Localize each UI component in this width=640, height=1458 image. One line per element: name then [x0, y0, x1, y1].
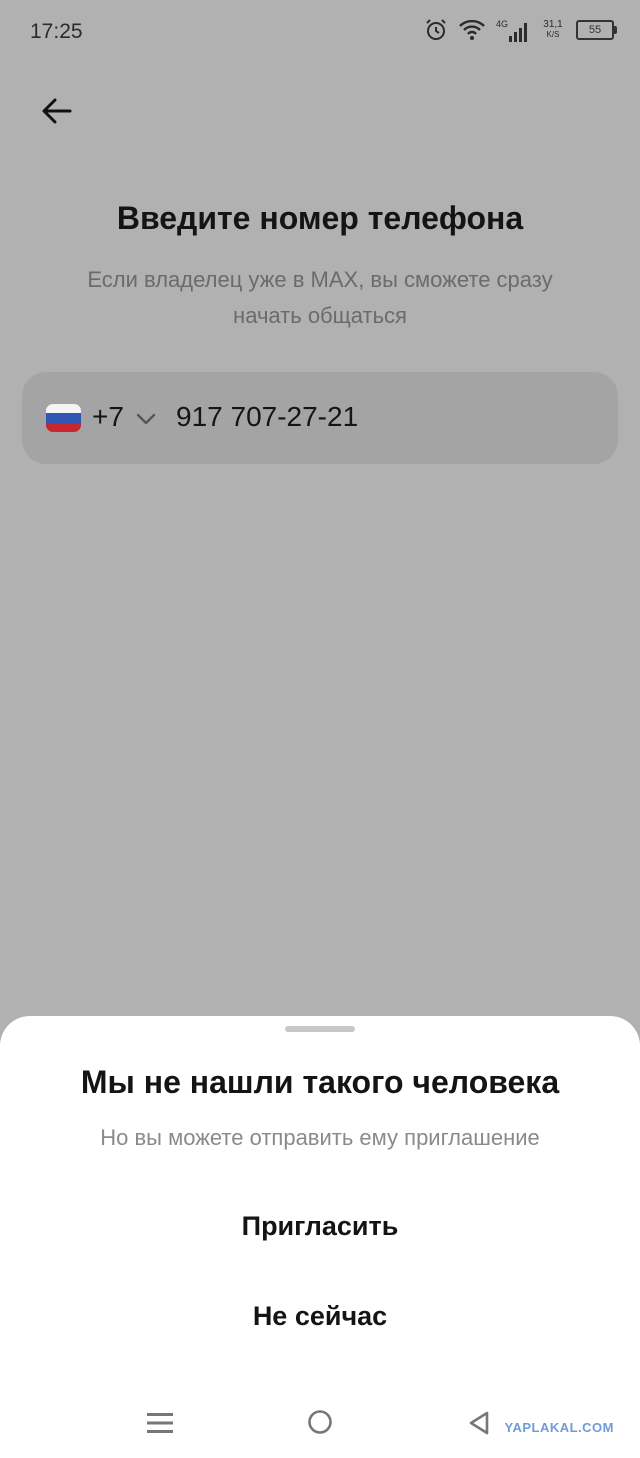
watermark: YAPLAKAL.COM — [504, 1420, 614, 1435]
arrow-left-icon[interactable] — [38, 92, 76, 130]
country-code[interactable]: +7 — [92, 401, 124, 433]
network-speed: 31,1 K/S — [540, 20, 566, 40]
wifi-icon — [459, 19, 485, 40]
back-triangle-icon[interactable] — [467, 1410, 491, 1436]
battery-icon: 55 — [576, 20, 617, 40]
bottom-sheet: Мы не нашли такого человека Но вы можете… — [0, 1016, 640, 1458]
invite-button[interactable]: Пригласить — [150, 1196, 490, 1256]
page-subtitle: Если владелец уже в MAX, вы сможете сраз… — [87, 267, 553, 328]
battery-level: 55 — [588, 24, 602, 36]
chevron-down-icon[interactable] — [135, 412, 157, 426]
signal-icon — [509, 23, 527, 42]
drag-handle[interactable] — [285, 1026, 355, 1032]
navigation-bar: YAPLAKAL.COM — [0, 1386, 640, 1458]
status-time: 17:25 — [30, 20, 83, 43]
status-bar: 17:25 4G 31,1 K/S 55 — [0, 0, 640, 64]
speed-unit: K/S — [546, 30, 560, 39]
menu-icon[interactable] — [147, 1412, 173, 1434]
home-icon[interactable] — [307, 1409, 333, 1435]
not-now-button[interactable]: Не сейчас — [150, 1286, 490, 1346]
russia-flag-icon[interactable] — [46, 404, 81, 432]
sheet-subtitle: Но вы можете отправить ему приглашение — [100, 1125, 540, 1150]
signal-group: 4G — [496, 18, 530, 42]
speed-value: 31,1 — [543, 19, 563, 30]
phone-field[interactable]: +7 917 707-27-21 — [22, 372, 618, 464]
sheet-title: Мы не нашли такого человека — [80, 1064, 560, 1100]
network-type: 4G — [496, 19, 509, 29]
page-title: Введите номер телефона — [116, 200, 524, 236]
phone-number-input[interactable]: 917 707-27-21 — [176, 401, 358, 433]
status-icons: 4G 31,1 K/S 55 — [424, 18, 617, 42]
alarm-icon — [426, 19, 446, 40]
